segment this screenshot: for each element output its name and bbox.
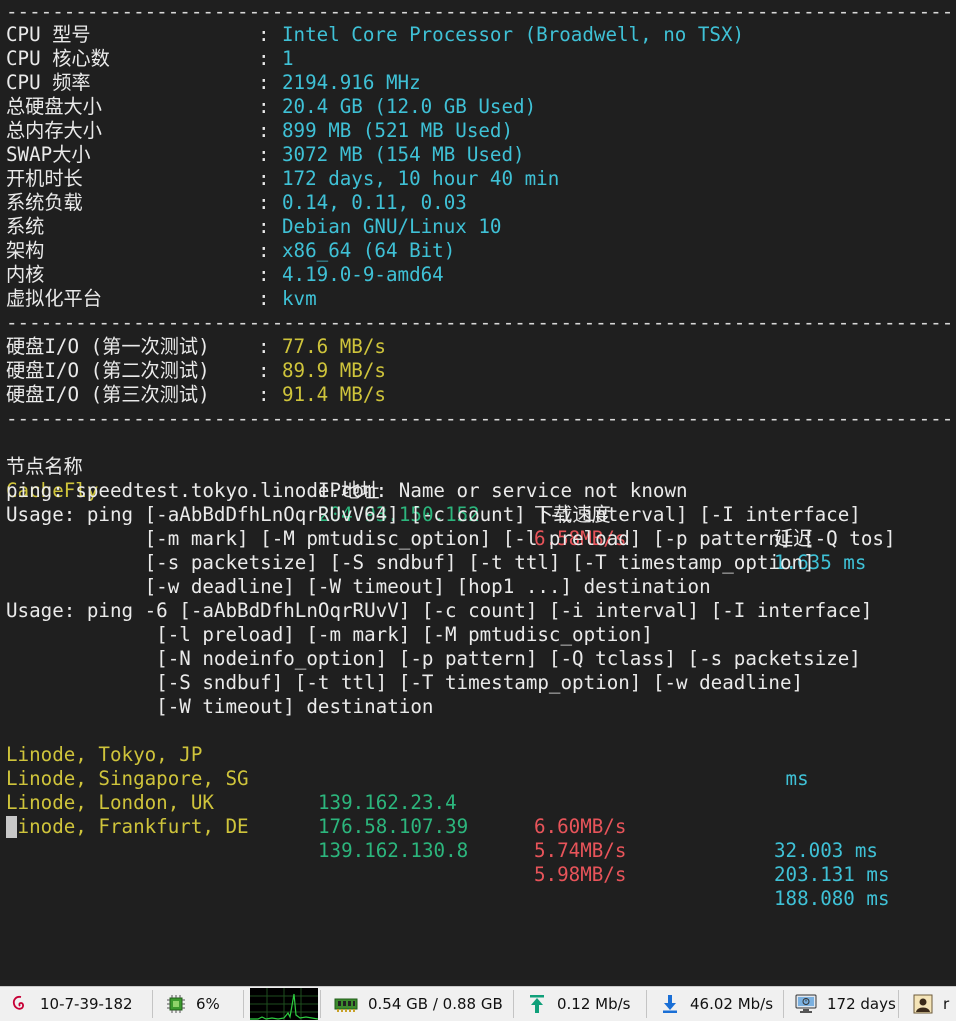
terminal-cursor bbox=[6, 816, 17, 838]
net-table-header: 节点名称 IP地址 下载速度 延迟 bbox=[6, 431, 946, 550]
ping6-usage-line: [-W timeout] destination bbox=[6, 695, 434, 718]
separator-line: ----------------------------------------… bbox=[6, 407, 956, 430]
uptime-segment[interactable]: 172 days bbox=[795, 987, 896, 1021]
terminal-output[interactable]: ----------------------------------------… bbox=[0, 0, 956, 986]
net-row-tokyo: Linode, Tokyo, JP ms bbox=[6, 743, 809, 790]
net-row-london: Linode, London, UK 176.58.107.39 5.74MB/… bbox=[6, 791, 890, 886]
cpu-segment[interactable]: 6% bbox=[166, 987, 220, 1021]
host-segment[interactable]: 10-7-39-182 bbox=[10, 987, 133, 1021]
ping6-usage-line: [-N nodeinfo_option] [-p pattern] [-Q tc… bbox=[6, 647, 861, 670]
status-bar: 10-7-39-182 6% 0.54 GB / 0.88 GB 0.12 Mb… bbox=[0, 986, 956, 1021]
uptime-label: 172 days bbox=[827, 995, 896, 1013]
ping-usage-line: [-m mark] [-M pmtudisc_option] [-l prelo… bbox=[6, 527, 896, 550]
ping6-usage-line: [-S sndbuf] [-t ttl] [-T timestamp_optio… bbox=[6, 671, 804, 694]
ping-usage-line: [-s packetsize] [-S sndbuf] [-t ttl] [-T… bbox=[6, 551, 815, 574]
hostname-label: 10-7-39-182 bbox=[40, 995, 133, 1013]
ram-icon bbox=[334, 994, 358, 1014]
monitor-icon bbox=[795, 994, 817, 1014]
upload-segment[interactable]: 0.12 Mb/s bbox=[527, 987, 631, 1021]
user-segment[interactable]: r bbox=[913, 987, 949, 1021]
cpu-graph[interactable] bbox=[250, 987, 318, 1021]
ping-usage-line: [-w deadline] [-W timeout] [hop1 ...] de… bbox=[6, 575, 711, 598]
memory-usage-label: 0.54 GB / 0.88 GB bbox=[368, 995, 503, 1013]
cpu-usage-label: 6% bbox=[196, 995, 220, 1013]
ping-error-line: ping: speedtest.tokyo.linode.com: Name o… bbox=[6, 479, 688, 502]
separator-line: ----------------------------------------… bbox=[6, 311, 956, 334]
upload-speed-label: 0.12 Mb/s bbox=[557, 995, 631, 1013]
net-row-frankfurt: Linode, Frankfurt, DE 139.162.130.8 5.98… bbox=[6, 815, 890, 910]
download-arrow-icon bbox=[660, 994, 680, 1014]
separator-line: ----------------------------------------… bbox=[6, 0, 956, 23]
cpu-chip-icon bbox=[166, 994, 186, 1014]
debian-icon bbox=[10, 994, 30, 1014]
user-icon bbox=[913, 994, 933, 1014]
net-row-cachefly: CacheFly 204.93.150.152 6.58MB/s 1.635 m… bbox=[6, 479, 867, 574]
ping6-usage-line: [-l preload] [-m mark] [-M pmtudisc_opti… bbox=[6, 623, 653, 646]
ping-usage-line: Usage: ping [-aAbBdDfhLnOqrRUvV64] [-c c… bbox=[6, 503, 861, 526]
upload-arrow-icon bbox=[527, 994, 547, 1014]
memory-segment[interactable]: 0.54 GB / 0.88 GB bbox=[334, 987, 503, 1021]
user-label: r bbox=[943, 995, 950, 1013]
ping6-usage-line: Usage: ping -6 [-aAbBdDfhLnOqrRUvV] [-c … bbox=[6, 599, 873, 622]
download-speed-label: 46.02 Mb/s bbox=[690, 995, 774, 1013]
net-row-singapore: Linode, Singapore, SG 139.162.23.4 6.60M… bbox=[6, 767, 878, 862]
download-segment[interactable]: 46.02 Mb/s bbox=[660, 987, 773, 1021]
